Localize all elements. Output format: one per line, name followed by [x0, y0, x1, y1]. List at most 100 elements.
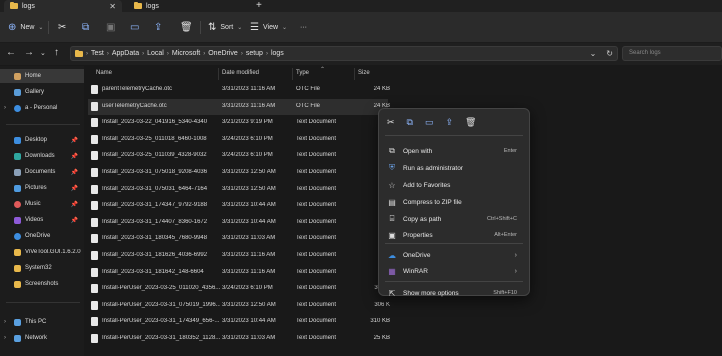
sidebar-item-videos[interactable]: Videos 📌 [0, 213, 84, 227]
share-button[interactable]: ⇪ [154, 12, 162, 42]
table-row[interactable]: Install-PerUser_2023-03-31_075019_1996..… [88, 298, 390, 314]
context-item-compress-to-zip-file[interactable]: ▤ Compress to ZIP file [383, 194, 525, 210]
file-type: Text Document [296, 119, 337, 126]
file-name: Install_2023-03-31_075018_9208-4036 [102, 169, 208, 175]
sidebar-item-pictures[interactable]: Pictures 📌 [0, 181, 84, 195]
sidebar-item-personal[interactable]: › a - Personal [0, 101, 84, 115]
trash-icon[interactable]: 🗑 [465, 117, 476, 128]
chevron-down-icon[interactable]: ⌄ [590, 49, 597, 58]
table-row[interactable]: Install_2023-03-31_075031_6464-7164 3/31/… [88, 182, 388, 198]
table-row[interactable]: parentTelemetryCache.otc 3/31/2023 11:16 … [88, 82, 390, 98]
file-name: Install-PerUser_2023-03-25_011020_4356..… [102, 285, 220, 292]
breadcrumb-item[interactable]: OneDrive [208, 50, 238, 57]
rename-button[interactable]: ▭ [130, 12, 139, 42]
refresh-icon[interactable]: ↻ [606, 49, 613, 58]
column-header-type[interactable]: Type [296, 70, 309, 76]
scissors-icon[interactable]: ✂ [387, 117, 395, 128]
column-divider[interactable] [354, 68, 355, 80]
chevron-right-icon[interactable]: › [4, 335, 6, 341]
table-row[interactable]: Install_2023-03-22_041916_5340-4340 3/21/… [88, 115, 388, 131]
table-row[interactable]: Install_2023-03-31_174347_9792-9188 3/31/… [88, 198, 388, 214]
column-header-size[interactable]: Size [358, 70, 370, 76]
view-button[interactable]: ☰ View ⌄ [250, 12, 287, 42]
table-row[interactable]: Install_2023-03-31_174407_8360-1672 3/31/… [88, 215, 388, 231]
more-button[interactable]: ··· [300, 12, 307, 42]
sidebar-item-label: a - Personal [25, 105, 58, 111]
chevron-right-icon: › [166, 50, 169, 57]
tab-logs[interactable]: logs [128, 0, 246, 12]
sidebar-item-documents[interactable]: Documents 📌 [0, 165, 84, 179]
sidebar-item-downloads[interactable]: Downloads 📌 [0, 149, 84, 163]
column-divider[interactable] [292, 68, 293, 80]
breadcrumb-item[interactable]: Test [91, 50, 104, 57]
tab-logs-active[interactable]: logs ✕ [4, 0, 122, 12]
breadcrumb-item[interactable]: setup [246, 50, 263, 57]
delete-button[interactable]: 🗑 [180, 12, 193, 42]
pin-icon: 📌 [70, 137, 78, 144]
sidebar-item-music[interactable]: Music 📌 [0, 197, 84, 211]
column-header-name[interactable]: Name [96, 70, 112, 76]
back-arrow-icon[interactable]: ← [6, 47, 16, 58]
sidebar-item-system32[interactable]: System32 [0, 261, 84, 275]
table-row[interactable]: Install_2023-03-25_011018_6460-1008 3/24/… [88, 132, 388, 148]
context-item-copy-as-path[interactable]: ⌸ Copy as path Ctrl+Shift+C [383, 211, 525, 227]
chevron-right-icon: › [514, 251, 517, 259]
breadcrumb-item[interactable]: logs [271, 50, 284, 57]
file-date: 3/31/2023 10:44 AM [222, 318, 276, 325]
table-row[interactable]: Install_2023-03-31_180345_7680-9948 3/31/… [88, 231, 388, 247]
copy-button[interactable]: ⧉ [82, 12, 89, 42]
sidebar-item-onedrive[interactable]: OneDrive [0, 229, 84, 243]
copy-icon[interactable]: ⧉ [407, 117, 413, 128]
close-icon[interactable]: ✕ [109, 2, 116, 11]
sidebar-item-screenshots[interactable]: Screenshots [0, 277, 84, 291]
column-header-date[interactable]: Date modified [222, 70, 259, 76]
sidebar-item-home[interactable]: Home [0, 69, 84, 83]
context-item-add-to-favorites[interactable]: ☆ Add to Favorites [383, 177, 525, 193]
chevron-down-icon[interactable]: ⌄ [40, 49, 46, 57]
context-item-properties[interactable]: ▣ Properties Alt+Enter [383, 227, 525, 243]
search-input[interactable]: Search logs [622, 46, 722, 61]
context-item-open-with[interactable]: ⧉ Open with Enter [383, 143, 525, 159]
table-row[interactable]: Install_2023-03-25_011039_4328-9032 3/24/… [88, 148, 388, 164]
breadcrumb-item[interactable]: AppData [112, 50, 139, 57]
table-row[interactable]: Install_2023-03-31_075018_9208-4036 3/31/… [88, 165, 388, 181]
table-row[interactable]: Install-PerUser_2023-03-31_180352_1128..… [88, 331, 390, 347]
table-row[interactable]: Install-PerUser_2023-03-31_174349_656-..… [88, 314, 390, 330]
table-row[interactable]: Install_2023-03-31_181642_148-6604 3/31/2… [88, 265, 388, 281]
sidebar-item-vivetool[interactable]: ViVeTool.GUI.1.6.2.0 [0, 245, 84, 259]
table-row[interactable]: Install-PerUser_2023-03-25_011020_4356..… [88, 281, 390, 297]
file-name: Install_2023-03-25_011018_6460-1008 [102, 135, 207, 142]
table-row[interactable]: userTelemetryCache.otc 3/31/2023 11:16 AM… [88, 98, 390, 115]
share-icon[interactable]: ⇪ [446, 117, 454, 128]
chevron-right-icon: › [240, 50, 243, 57]
table-row[interactable]: Install_2023-03-31_181626_4036-6992 3/31/… [88, 248, 388, 264]
paste-button[interactable]: ▣ [106, 12, 115, 42]
new-button[interactable]: ⊕ New ⌄ [8, 12, 43, 42]
breadcrumb-item[interactable]: Local [147, 50, 164, 57]
new-tab-button[interactable]: + [256, 0, 262, 12]
sort-button[interactable]: ⇅ Sort ⌄ [208, 12, 242, 42]
file-type: Text Document [296, 152, 337, 159]
view-label: View [262, 23, 279, 31]
rename-icon[interactable]: ▭ [425, 117, 434, 128]
context-item-onedrive[interactable]: ☁ OneDrive › [383, 247, 525, 263]
paste-icon: ▣ [106, 21, 116, 33]
file-icon [91, 201, 98, 211]
context-item-run-as-administrator[interactable]: ⛨ Run as administrator [383, 160, 525, 176]
chevron-right-icon[interactable]: › [4, 105, 6, 111]
column-divider[interactable] [218, 68, 219, 80]
breadcrumb-item[interactable]: Microsoft [172, 50, 200, 57]
sidebar-item-desktop[interactable]: Desktop 📌 [0, 133, 84, 147]
file-icon [91, 101, 98, 111]
sidebar-item-gallery[interactable]: Gallery [0, 85, 84, 99]
sidebar-item-this-pc[interactable]: › This PC [0, 315, 84, 329]
forward-arrow-icon[interactable]: → [24, 47, 34, 58]
context-item-winrar[interactable]: ▦ WinRAR › [383, 263, 525, 279]
cut-button[interactable]: ✂ [58, 12, 66, 42]
context-item-show-more-options[interactable]: ⇱ Show more options Shift+F10 [383, 285, 525, 301]
up-arrow-icon[interactable]: ↑ [54, 47, 59, 58]
chevron-right-icon[interactable]: › [4, 319, 6, 325]
sidebar-item-network[interactable]: › Network [0, 331, 84, 345]
address-bar[interactable]: › Test › AppData › Local › Microsoft › O… [70, 46, 618, 61]
chevron-right-icon: › [514, 267, 517, 275]
